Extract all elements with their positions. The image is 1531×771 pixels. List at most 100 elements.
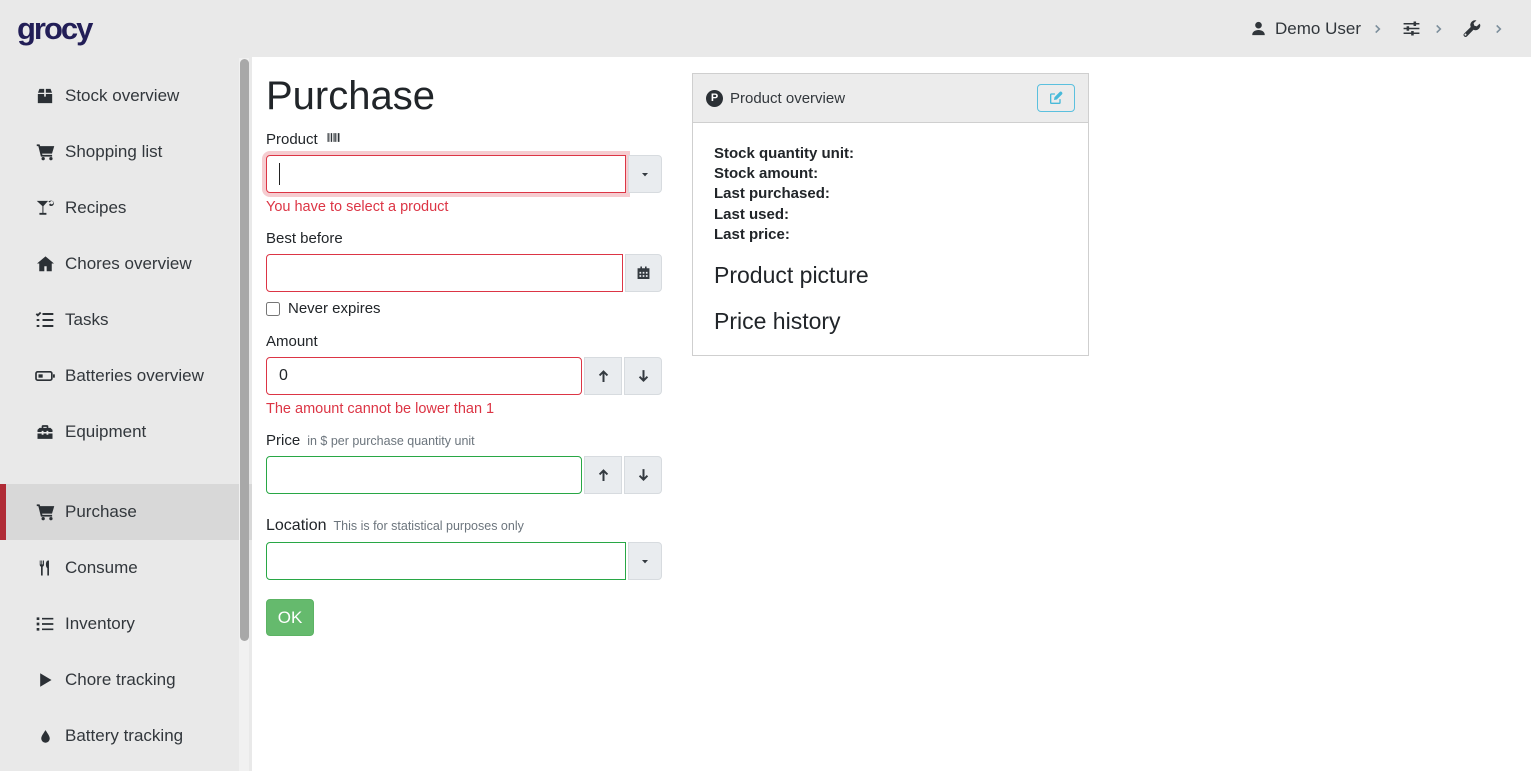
sidebar-item-inventory[interactable]: Inventory (0, 596, 252, 652)
product-error: You have to select a product (266, 199, 692, 215)
best-before-input-group (266, 254, 662, 292)
sidebar-item-battery-tracking[interactable]: Battery tracking (0, 708, 252, 764)
product-overview-column: P Product overview Stock quantity unit: … (692, 73, 1089, 771)
grocy-logo[interactable]: grocy (17, 11, 91, 47)
battery-icon (34, 366, 56, 386)
chevron-right-icon[interactable] (1433, 22, 1445, 36)
never-expires-row: Never expires (266, 300, 692, 317)
sidebar-item-chores-overview[interactable]: Chores overview (0, 236, 252, 292)
amount-label-row: Amount (266, 333, 692, 350)
sidebar-item-equipment[interactable]: Equipment (0, 404, 252, 460)
sidebar-item-label: Consume (65, 558, 138, 578)
product-picture-heading: Product picture (714, 262, 1067, 289)
spacer (266, 494, 692, 511)
sidebar-item-tasks[interactable]: Tasks (0, 292, 252, 348)
play-icon (34, 671, 56, 689)
sidebar-item-label: Batteries overview (65, 366, 204, 386)
sidebar-item-batteries-overview[interactable]: Batteries overview (0, 348, 252, 404)
purchase-form: Purchase Product You have to select a pr… (252, 57, 692, 771)
admin-menu[interactable] (1462, 19, 1482, 39)
topbar: grocy Demo User (0, 0, 1531, 57)
location-hint: This is for statistical purposes only (334, 519, 524, 533)
cocktail-icon (34, 198, 56, 218)
topbar-nav: Demo User (1250, 19, 1505, 39)
never-expires-checkbox[interactable] (266, 302, 280, 316)
chevron-right-icon[interactable] (1493, 22, 1505, 36)
calendar-button[interactable] (625, 254, 662, 292)
sidebar-item-label: Inventory (65, 614, 135, 634)
price-input[interactable] (266, 456, 582, 494)
stock-amount-label: Stock amount: (714, 164, 1067, 184)
sidebar-scrollbar-thumb[interactable] (240, 59, 249, 641)
user-menu[interactable]: Demo User (1250, 19, 1361, 39)
amount-decrease-button[interactable] (624, 357, 662, 395)
user-menu-label: Demo User (1275, 19, 1361, 39)
sidebar-group-separator (0, 460, 252, 484)
edit-product-button[interactable] (1037, 84, 1075, 112)
shopping-cart-icon (34, 142, 56, 162)
amount-error: The amount cannot be lower than 1 (266, 401, 692, 417)
product-dropdown-button[interactable] (628, 155, 662, 193)
sidebar-item-label: Recipes (65, 198, 126, 218)
sidebar-item-label: Chores overview (65, 254, 192, 274)
amount-input[interactable] (266, 357, 582, 395)
app-window: grocy Demo User (0, 0, 1531, 771)
product-circle-icon: P (706, 90, 723, 107)
list-icon (34, 614, 56, 634)
sidebar-scrollbar-track[interactable] (239, 58, 249, 771)
user-icon (1250, 20, 1267, 37)
sidebar-item-stock-overview[interactable]: Stock overview (0, 68, 252, 124)
box-icon (34, 86, 56, 106)
sidebar-item-label: Purchase (65, 502, 137, 522)
chevron-right-icon[interactable] (1372, 22, 1384, 36)
tint-icon (34, 727, 56, 746)
location-input-group (266, 542, 662, 580)
product-input-group (266, 155, 662, 193)
sliders-icon (1401, 19, 1422, 38)
last-purchased-label: Last purchased: (714, 184, 1067, 204)
sidebar-item-chore-tracking[interactable]: Chore tracking (0, 652, 252, 708)
location-label: Location (266, 517, 327, 535)
barcode-icon[interactable] (325, 131, 342, 144)
location-dropdown-button[interactable] (628, 542, 662, 580)
toolbox-icon (34, 422, 56, 442)
sidebar: Stock overview Shopping list Recipes Cho… (0, 57, 252, 771)
product-overview-panel: P Product overview Stock quantity unit: … (692, 73, 1089, 356)
amount-increase-button[interactable] (584, 357, 622, 395)
best-before-label-row: Best before (266, 230, 692, 247)
main-content: Purchase Product You have to select a pr… (252, 57, 1531, 771)
product-input[interactable] (266, 155, 626, 193)
product-overview-body: Stock quantity unit: Stock amount: Last … (693, 123, 1088, 355)
price-increase-button[interactable] (584, 456, 622, 494)
price-label-row: Price in $ per purchase quantity unit (266, 432, 692, 449)
sidebar-item-label: Battery tracking (65, 726, 183, 746)
price-decrease-button[interactable] (624, 456, 662, 494)
best-before-input[interactable] (266, 254, 623, 292)
ok-button[interactable]: OK (266, 599, 314, 636)
never-expires-label: Never expires (288, 300, 381, 317)
home-icon (34, 254, 56, 274)
best-before-label: Best before (266, 230, 343, 247)
stock-settings-menu[interactable] (1401, 19, 1422, 38)
edit-icon (1048, 90, 1064, 106)
last-price-label: Last price: (714, 225, 1067, 245)
sidebar-item-shopping-list[interactable]: Shopping list (0, 124, 252, 180)
product-overview-header: P Product overview (693, 74, 1088, 123)
sidebar-item-label: Stock overview (65, 86, 179, 106)
stock-quantity-unit-label: Stock quantity unit: (714, 144, 1067, 164)
sidebar-item-label: Shopping list (65, 142, 162, 162)
sidebar-item-purchase[interactable]: Purchase (0, 484, 252, 540)
product-overview-title: Product overview (730, 90, 845, 107)
location-select[interactable] (266, 542, 626, 580)
amount-input-group (266, 357, 662, 395)
sidebar-item-recipes[interactable]: Recipes (0, 180, 252, 236)
price-input-group (266, 456, 662, 494)
sidebar-item-consume[interactable]: Consume (0, 540, 252, 596)
utensils-icon (34, 558, 56, 578)
sidebar-item-label: Chore tracking (65, 670, 176, 690)
amount-label: Amount (266, 333, 318, 350)
price-label: Price (266, 432, 300, 449)
last-used-label: Last used: (714, 205, 1067, 225)
price-history-heading: Price history (714, 308, 1067, 335)
page-title: Purchase (266, 74, 692, 119)
